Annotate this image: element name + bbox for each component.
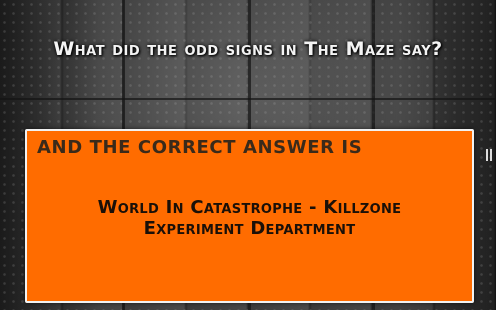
answer-header: AND THE CORRECT ANSWER IS [37, 137, 363, 158]
answer-line-1: World In Catastrophe - Killzone [97, 197, 402, 218]
pause-icon[interactable] [486, 149, 494, 161]
answer-box: AND THE CORRECT ANSWER IS World In Catas… [25, 129, 474, 303]
answer-text: World In Catastrophe - Killzone Experime… [27, 197, 472, 239]
answer-line-2: Experiment Department [143, 218, 356, 239]
pause-bar-right [490, 149, 492, 161]
panel-seam-horizontal [0, 98, 496, 100]
question-text: What did the odd signs in The Maze say? [53, 38, 443, 60]
pause-bar-left [486, 149, 488, 161]
